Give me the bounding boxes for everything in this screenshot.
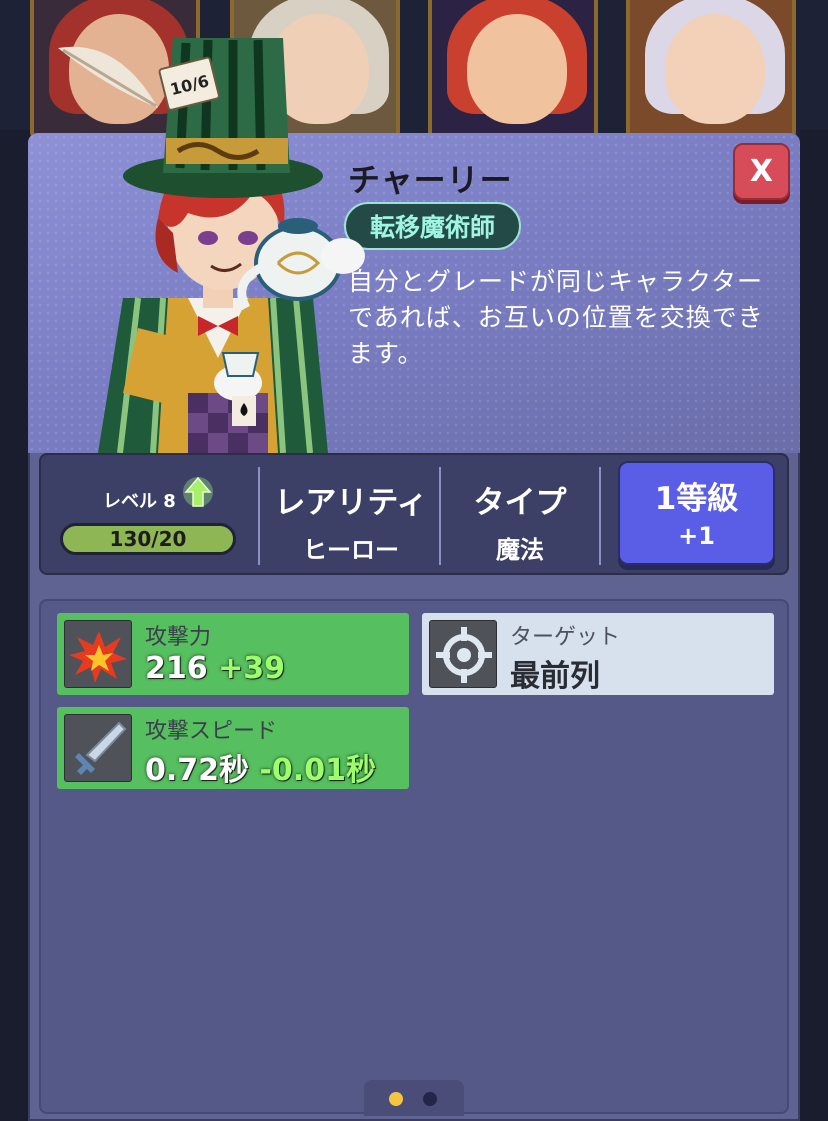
crosshair-icon xyxy=(429,620,497,688)
close-button[interactable]: X xyxy=(733,143,790,200)
character-detail-modal: チャーリー 転移魔術師 自分とグレードが同じキャラクターであれば、お互いの位置を… xyxy=(28,38,800,1121)
attack-speed-bonus: -0.01秒 xyxy=(259,753,376,788)
grade-label: 1等級 xyxy=(654,481,739,517)
attack-power-bonus: +39 xyxy=(218,651,285,686)
attack-power-stat[interactable]: 攻撃力 216 +39 xyxy=(57,613,409,695)
rarity-value: ヒーロー xyxy=(303,536,399,564)
attack-power-value-row: 216 +39 xyxy=(145,651,285,686)
divider xyxy=(599,467,601,565)
type-label: タイプ xyxy=(473,485,567,521)
character-name: チャーリー xyxy=(348,161,513,199)
background-card-1 xyxy=(30,0,200,140)
type-column: タイプ 魔法 xyxy=(441,455,599,577)
rarity-column: レアリティ ヒーロー xyxy=(263,455,439,577)
target-stat[interactable]: ターゲット 最前列 xyxy=(422,613,774,695)
sword-icon xyxy=(64,714,132,782)
target-value: 最前列 xyxy=(510,659,600,694)
background-card-2 xyxy=(230,0,400,140)
page-indicator xyxy=(364,1080,464,1116)
level-label: レベル 8 xyxy=(103,491,176,512)
left-backdrop xyxy=(0,130,30,1121)
level-up-arrow-icon[interactable] xyxy=(183,475,213,509)
attack-speed-label: 攻撃スピード xyxy=(145,719,278,744)
rarity-label: レアリティ xyxy=(274,485,428,521)
character-class-badge: 転移魔術師 xyxy=(344,202,521,250)
experience-bar: 130/20 xyxy=(60,523,236,555)
target-label: ターゲット xyxy=(510,625,621,650)
attack-speed-stat[interactable]: 攻撃スピード 0.72秒 -0.01秒 xyxy=(57,707,409,789)
attack-speed-value: 0.72秒 xyxy=(145,753,250,788)
right-backdrop xyxy=(800,130,828,1121)
close-icon: X xyxy=(749,154,774,189)
hero-header: チャーリー 転移魔術師 自分とグレードが同じキャラクターであれば、お互いの位置を… xyxy=(28,133,800,453)
background-card-4 xyxy=(626,0,796,140)
attack-power-label: 攻撃力 xyxy=(145,625,212,650)
page-dot[interactable] xyxy=(423,1092,437,1106)
attack-power-value: 216 xyxy=(145,651,208,686)
attribute-panel: 攻撃力 216 +39 ターゲット 最前列 攻撃スピード 0.72秒 -0.01… xyxy=(39,599,789,1114)
explosion-icon xyxy=(64,620,132,688)
divider xyxy=(258,467,260,565)
grade-bonus: +1 xyxy=(678,522,715,550)
experience-value: 130/20 xyxy=(109,527,187,551)
type-value: 魔法 xyxy=(496,536,544,564)
grade-button[interactable]: 1等級 +1 xyxy=(618,461,775,565)
background-card-strip xyxy=(0,0,828,150)
character-description: 自分とグレードが同じキャラクターであれば、お互いの位置を交換できます。 xyxy=(348,267,764,368)
attack-speed-value-row: 0.72秒 -0.01秒 xyxy=(145,745,376,789)
background-card-3 xyxy=(428,0,598,140)
stats-bar: レベル 8 130/20 レアリティ ヒーロー タイプ 魔法 1等級 +1 xyxy=(39,453,789,575)
page-dot-active[interactable] xyxy=(389,1092,403,1106)
